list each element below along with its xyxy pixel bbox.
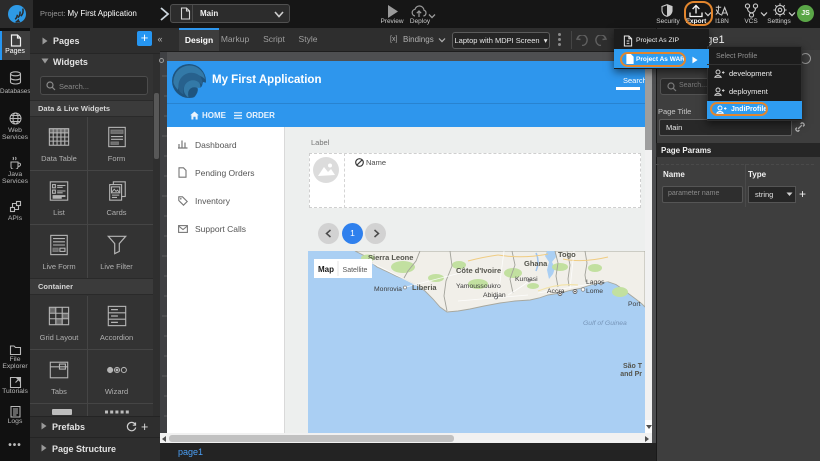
svg-text:Gulf of Guinea: Gulf of Guinea — [583, 320, 627, 327]
svg-text:Satellite: Satellite — [343, 267, 368, 274]
svg-text:Lome: Lome — [586, 288, 603, 295]
svg-text:and Pr: and Pr — [620, 371, 642, 378]
svg-text:Abidjan: Abidjan — [483, 292, 506, 299]
svg-text:Lagos: Lagos — [586, 279, 605, 286]
svg-text:Yamoussoukro: Yamoussoukro — [456, 283, 501, 290]
svg-text:Port: Port — [628, 301, 641, 308]
svg-text:Accra: Accra — [547, 288, 565, 295]
svg-text:Monrovia: Monrovia — [374, 286, 402, 293]
svg-text:Sierra Leone: Sierra Leone — [368, 253, 413, 262]
svg-text:Liberia: Liberia — [412, 283, 437, 292]
svg-text:Togo: Togo — [558, 251, 576, 259]
svg-text:Ghana: Ghana — [524, 259, 548, 268]
svg-text:Map: Map — [318, 265, 334, 274]
svg-text:Côte d'Ivoire: Côte d'Ivoire — [456, 266, 501, 275]
svg-text:São T: São T — [623, 363, 643, 370]
svg-text:Kumasi: Kumasi — [515, 276, 538, 283]
